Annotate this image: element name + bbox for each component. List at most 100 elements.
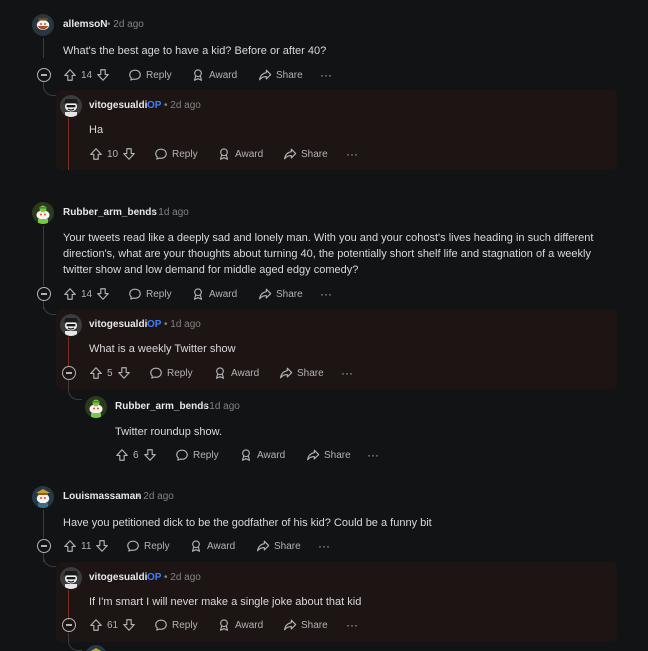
share-label: Share bbox=[274, 540, 301, 552]
score: 5 bbox=[107, 367, 113, 379]
more-options-button[interactable]: ··· bbox=[346, 146, 358, 162]
vote-group: 14 bbox=[63, 67, 110, 83]
avatar[interactable] bbox=[32, 14, 54, 36]
avatar[interactable] bbox=[60, 314, 82, 336]
share-label: Share bbox=[301, 619, 328, 631]
username[interactable]: allemsoN bbox=[63, 19, 107, 31]
vote-group: 14 bbox=[63, 286, 110, 302]
reply-label: Reply bbox=[146, 288, 172, 300]
award-button[interactable]: Award bbox=[213, 365, 259, 381]
upvote-icon[interactable] bbox=[89, 366, 103, 380]
collapse-button[interactable] bbox=[37, 68, 51, 82]
share-button[interactable]: Share bbox=[283, 617, 328, 633]
avatar[interactable] bbox=[60, 95, 82, 117]
comment-body: Twitter roundup show. bbox=[115, 426, 223, 438]
share-icon bbox=[283, 147, 297, 161]
comment-body: What's the best age to have a kid? Befor… bbox=[63, 45, 327, 57]
timestamp: • 2d ago bbox=[107, 19, 144, 30]
vote-group: 5 bbox=[89, 365, 131, 381]
award-button[interactable]: Award bbox=[217, 617, 263, 633]
action-bar: 14 Reply Award Share ··· bbox=[63, 67, 383, 83]
avatar[interactable] bbox=[32, 486, 54, 508]
username[interactable]: vitogesualdi bbox=[89, 572, 147, 584]
username[interactable]: Rubber_arm_bends bbox=[63, 207, 157, 219]
avatar[interactable] bbox=[32, 202, 54, 224]
reply-button[interactable]: Reply bbox=[154, 617, 198, 633]
reply-icon bbox=[154, 618, 168, 632]
downvote-icon[interactable] bbox=[143, 448, 157, 462]
action-bar: 10 Reply Award Share ··· bbox=[89, 146, 409, 162]
thread-line bbox=[43, 510, 44, 538]
award-label: Award bbox=[231, 367, 260, 379]
share-icon bbox=[258, 68, 272, 82]
downvote-icon[interactable] bbox=[122, 618, 136, 632]
reply-button[interactable]: Reply bbox=[128, 286, 172, 302]
upvote-icon[interactable] bbox=[63, 68, 77, 82]
share-button[interactable]: Share bbox=[306, 447, 351, 463]
more-options-button[interactable]: ··· bbox=[367, 447, 379, 463]
share-button[interactable]: Share bbox=[258, 67, 303, 83]
username[interactable]: vitogesualdi bbox=[89, 100, 147, 112]
upvote-icon[interactable] bbox=[115, 448, 129, 462]
award-label: Award bbox=[257, 449, 286, 461]
share-button[interactable]: Share bbox=[279, 365, 324, 381]
avatar[interactable] bbox=[85, 396, 107, 418]
op-badge-label: OP bbox=[147, 572, 162, 583]
share-button[interactable]: Share bbox=[283, 146, 328, 162]
upvote-icon[interactable] bbox=[89, 147, 103, 161]
vote-group: 61 bbox=[89, 617, 136, 633]
downvote-icon[interactable] bbox=[96, 287, 110, 301]
share-button[interactable]: Share bbox=[256, 538, 301, 554]
upvote-icon[interactable] bbox=[63, 287, 77, 301]
collapse-button[interactable] bbox=[37, 287, 51, 301]
reply-button[interactable]: Reply bbox=[149, 365, 193, 381]
collapse-button[interactable] bbox=[62, 366, 76, 380]
timestamp: • 2d ago bbox=[137, 491, 174, 502]
username[interactable]: vitogesualdi bbox=[89, 319, 147, 331]
score: 10 bbox=[107, 148, 119, 160]
username[interactable]: Rubber_arm_bends bbox=[115, 401, 209, 413]
share-icon bbox=[283, 618, 297, 632]
comment-body: What is a weekly Twitter show bbox=[89, 343, 236, 355]
more-options-button[interactable]: ··· bbox=[341, 365, 353, 381]
reply-icon bbox=[154, 147, 168, 161]
more-options-button[interactable]: ··· bbox=[320, 67, 332, 83]
award-icon bbox=[189, 539, 203, 553]
share-label: Share bbox=[276, 69, 303, 81]
reply-label: Reply bbox=[167, 367, 193, 379]
more-options-button[interactable]: ··· bbox=[318, 538, 330, 554]
more-options-button[interactable]: ··· bbox=[320, 286, 332, 302]
award-button[interactable]: Award bbox=[217, 146, 263, 162]
downvote-icon[interactable] bbox=[95, 539, 109, 553]
award-button[interactable]: Award bbox=[239, 447, 285, 463]
username[interactable]: Louismassaman bbox=[63, 491, 141, 503]
collapse-button[interactable] bbox=[62, 618, 76, 632]
action-bar: 14 Reply Award Share ··· bbox=[63, 286, 383, 302]
award-button[interactable]: Award bbox=[191, 286, 237, 302]
timestamp: • 2d ago bbox=[164, 100, 201, 111]
reply-button[interactable]: Reply bbox=[128, 67, 172, 83]
op-badge: OP bbox=[147, 572, 161, 584]
action-bar: 5 Reply Award Share ··· bbox=[89, 365, 409, 381]
vote-group: 11 bbox=[63, 538, 109, 554]
award-icon bbox=[239, 448, 253, 462]
collapse-button[interactable] bbox=[37, 539, 51, 553]
avatar[interactable] bbox=[60, 567, 82, 589]
award-button[interactable]: Award bbox=[191, 67, 237, 83]
score: 6 bbox=[133, 449, 139, 461]
downvote-icon[interactable] bbox=[96, 68, 110, 82]
upvote-icon[interactable] bbox=[89, 618, 103, 632]
reply-label: Reply bbox=[172, 619, 198, 631]
avatar[interactable] bbox=[85, 645, 107, 651]
reply-button[interactable]: Reply bbox=[175, 447, 219, 463]
comment-body: Ha bbox=[89, 124, 104, 136]
reply-button[interactable]: Reply bbox=[126, 538, 170, 554]
downvote-icon[interactable] bbox=[117, 366, 131, 380]
op-badge-label: OP bbox=[147, 319, 162, 330]
downvote-icon[interactable] bbox=[122, 147, 136, 161]
more-options-button[interactable]: ··· bbox=[346, 617, 358, 633]
share-button[interactable]: Share bbox=[258, 286, 303, 302]
reply-button[interactable]: Reply bbox=[154, 146, 198, 162]
upvote-icon[interactable] bbox=[63, 539, 77, 553]
award-button[interactable]: Award bbox=[189, 538, 235, 554]
